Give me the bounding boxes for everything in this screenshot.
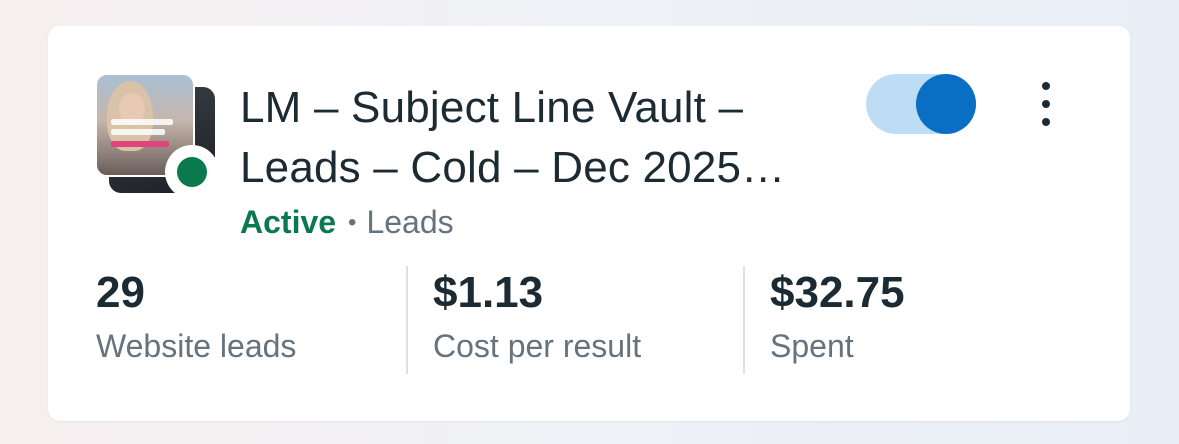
separator-dot: • xyxy=(348,209,357,236)
metric-divider xyxy=(743,266,745,374)
metric-divider xyxy=(406,266,408,374)
metric-website-leads: 29 Website leads xyxy=(96,266,296,374)
campaign-toggle[interactable] xyxy=(866,74,976,134)
campaign-title-line-2: Leads – Cold – Dec 2025… xyxy=(240,143,786,192)
metric-value: $1.13 xyxy=(433,268,544,317)
campaign-subtitle: Active • Leads xyxy=(240,202,454,246)
metric-label: Website leads xyxy=(96,328,297,364)
ad-thumbnail[interactable] xyxy=(95,73,219,199)
campaign-card[interactable]: LM – Subject Line Vault – Leads – Cold –… xyxy=(48,26,1130,421)
more-options-icon[interactable] xyxy=(1034,82,1058,126)
campaign-title-line-1: LM – Subject Line Vault – xyxy=(240,83,744,132)
campaign-title[interactable]: LM – Subject Line Vault – Leads – Cold –… xyxy=(240,78,840,198)
metric-cost-per-result: $1.13 Cost per result xyxy=(433,266,641,374)
toggle-knob xyxy=(916,74,976,134)
metric-value: $32.75 xyxy=(770,268,905,317)
metric-value: 29 xyxy=(96,268,145,317)
objective-label: Leads xyxy=(366,204,454,240)
metric-spent: $32.75 Spent xyxy=(770,266,905,374)
active-status-icon xyxy=(177,157,207,187)
metric-label: Cost per result xyxy=(433,328,642,364)
metric-label: Spent xyxy=(770,328,854,364)
status-label: Active xyxy=(240,204,337,240)
